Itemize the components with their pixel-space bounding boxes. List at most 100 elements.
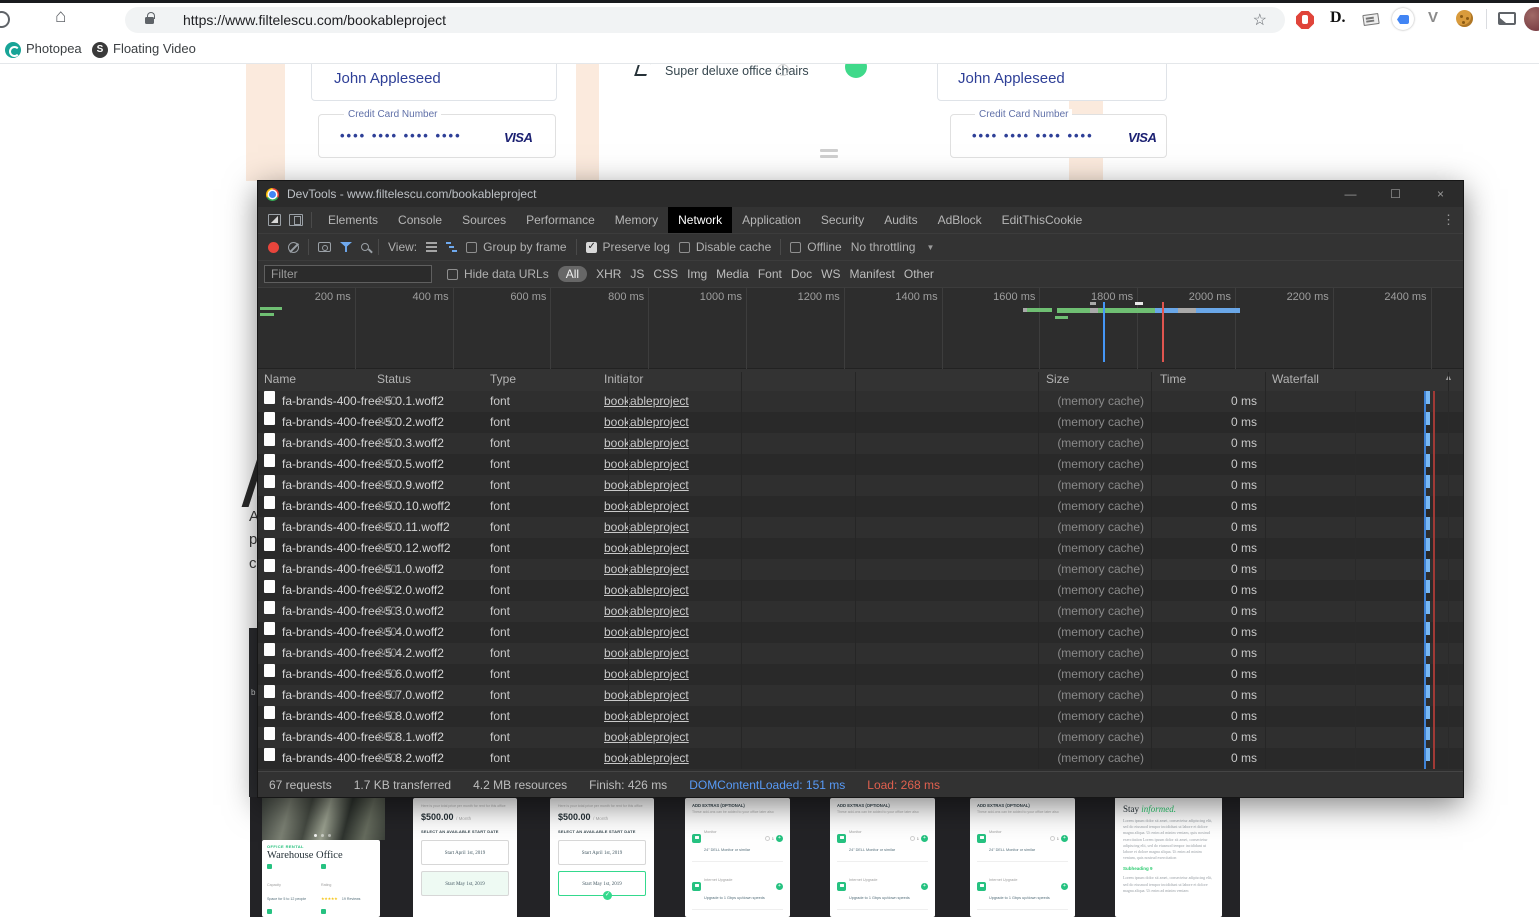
address-bar[interactable]: https://www.filtelescu.com/bookableproje… <box>125 7 1285 33</box>
plus-button[interactable]: + <box>776 882 783 890</box>
inspect-element-icon[interactable] <box>268 214 281 226</box>
group-by-frame-label[interactable]: Group by frame <box>483 240 566 254</box>
preserve-log-checkbox[interactable] <box>585 241 597 253</box>
network-request-row[interactable]: fa-brands-400-free-5.0.11.woff2 200 font… <box>258 517 1463 538</box>
request-name[interactable]: fa-brands-400-free-5.8.0.woff2 <box>282 706 444 727</box>
request-initiator-link[interactable]: bookableproject <box>604 433 689 454</box>
request-name[interactable]: fa-brands-400-free-5.4.0.woff2 <box>282 622 444 643</box>
preserve-log-label[interactable]: Preserve log <box>603 240 670 254</box>
plus-button[interactable]: + <box>776 834 783 842</box>
extras-card[interactable]: ADD EXTRAS (OPTIONAL) These add-ons can … <box>830 798 935 917</box>
drag-handle-icon[interactable] <box>820 149 838 152</box>
request-type-filter[interactable]: Other <box>904 267 934 281</box>
hide-data-urls-label[interactable]: Hide data URLs <box>464 267 549 281</box>
request-initiator-link[interactable]: bookableproject <box>604 454 689 475</box>
waterfall-bar[interactable] <box>1426 559 1430 572</box>
waterfall-bar[interactable] <box>1426 538 1430 551</box>
devtools-titlebar[interactable]: DevTools - www.filtelescu.com/bookablepr… <box>258 181 1463 207</box>
overview-icon[interactable] <box>446 242 452 244</box>
request-initiator-link[interactable]: bookableproject <box>604 496 689 517</box>
bookmark-photopea[interactable]: Photopea <box>26 41 82 56</box>
start-date-option[interactable]: Start May 1st, 2019✓ <box>558 871 646 900</box>
minus-button[interactable] <box>764 835 770 841</box>
bookmark-star-icon[interactable]: ☆ <box>1253 10 1267 30</box>
maximize-button[interactable]: ☐ <box>1373 181 1418 207</box>
extras-card[interactable]: ADD EXTRAS (OPTIONAL) These add-ons can … <box>970 798 1075 917</box>
network-request-row[interactable]: fa-brands-400-free-5.0.10.woff2 200 font… <box>258 496 1463 517</box>
network-request-row[interactable]: fa-brands-400-free-5.4.0.woff2 200 font … <box>258 622 1463 643</box>
request-initiator-link[interactable]: bookableproject <box>604 538 689 559</box>
hide-data-urls-checkbox[interactable] <box>447 268 458 280</box>
office-rental-card[interactable]: OFFICE RENTAL Warehouse Office Capacity … <box>262 840 380 917</box>
request-name[interactable]: fa-brands-400-free-5.4.2.woff2 <box>282 643 444 664</box>
devtools-tab[interactable]: Console <box>388 207 452 233</box>
network-request-row[interactable]: fa-brands-400-free-5.0.3.woff2 200 font … <box>258 433 1463 454</box>
waterfall-bar[interactable] <box>1426 643 1430 656</box>
group-by-frame-checkbox[interactable] <box>466 241 478 253</box>
v-extension-icon[interactable]: V <box>1428 9 1438 26</box>
devtools-tab[interactable]: Audits <box>874 207 927 233</box>
request-name[interactable]: fa-brands-400-free-5.3.0.woff2 <box>282 601 444 622</box>
request-name[interactable]: fa-brands-400-free-5.0.5.woff2 <box>282 454 444 475</box>
pricing-card[interactable]: Here is your total price per month for r… <box>550 798 654 917</box>
request-name[interactable]: fa-brands-400-free-5.0.11.woff2 <box>282 517 450 538</box>
extras-card[interactable]: ADD EXTRAS (OPTIONAL) These add-ons can … <box>685 798 790 917</box>
waterfall-bar[interactable] <box>1426 727 1430 740</box>
start-date-option[interactable]: Start April 1st, 2019 <box>421 840 509 865</box>
minus-button[interactable] <box>1049 835 1055 841</box>
start-date-option[interactable]: Start May 1st, 2019✓ <box>421 871 509 896</box>
request-name[interactable]: fa-brands-400-free-5.7.0.woff2 <box>282 685 444 706</box>
reload-icon[interactable] <box>0 11 10 28</box>
devtools-tab[interactable]: Sources <box>452 207 516 233</box>
devtools-menu-icon[interactable]: ⋮ <box>1442 212 1455 228</box>
lock-icon[interactable] <box>145 12 155 24</box>
request-initiator-link[interactable]: bookableproject <box>604 517 689 538</box>
network-request-row[interactable]: fa-brands-400-free-5.3.0.woff2 200 font … <box>258 601 1463 622</box>
price-tag-extension-icon[interactable] <box>1392 8 1414 30</box>
request-name[interactable]: fa-brands-400-free-5.1.0.woff2 <box>282 559 444 580</box>
office-photo[interactable] <box>262 797 385 840</box>
column-status[interactable]: Status <box>377 372 411 386</box>
devtools-tab[interactable]: EditThisCookie <box>992 207 1093 233</box>
network-request-row[interactable]: fa-brands-400-free-5.2.0.woff2 200 font … <box>258 580 1463 601</box>
url-text[interactable]: https://www.filtelescu.com/bookableproje… <box>183 12 446 28</box>
request-type-filter[interactable]: All <box>557 266 588 282</box>
request-initiator-link[interactable]: bookableproject <box>604 412 689 433</box>
minus-button[interactable] <box>909 835 915 841</box>
search-icon[interactable] <box>361 243 369 251</box>
waterfall-bar[interactable] <box>1426 391 1430 404</box>
network-request-row[interactable]: fa-brands-400-free-5.8.1.woff2 200 font … <box>258 727 1463 748</box>
network-request-row[interactable]: fa-brands-400-free-5.7.0.woff2 200 font … <box>258 685 1463 706</box>
devtools-tab[interactable]: Elements <box>318 207 388 233</box>
request-name[interactable]: fa-brands-400-free-5.6.0.woff2 <box>282 664 444 685</box>
waterfall-bar[interactable] <box>1426 496 1430 509</box>
request-initiator-link[interactable]: bookableproject <box>604 643 689 664</box>
request-initiator-link[interactable]: bookableproject <box>604 685 689 706</box>
device-toolbar-icon[interactable] <box>289 214 303 226</box>
pricing-card[interactable]: Here is your total price per month for r… <box>413 798 517 917</box>
request-name[interactable]: fa-brands-400-free-5.8.1.woff2 <box>282 727 444 748</box>
minimize-button[interactable]: — <box>1328 181 1373 207</box>
record-button[interactable] <box>268 241 279 253</box>
request-initiator-link[interactable]: bookableproject <box>604 622 689 643</box>
waterfall-bar[interactable] <box>1426 664 1430 677</box>
waterfall-bar[interactable] <box>1426 748 1430 761</box>
request-name[interactable]: fa-brands-400-free-5.0.3.woff2 <box>282 433 444 454</box>
request-initiator-link[interactable]: bookableproject <box>604 664 689 685</box>
throttling-select[interactable]: No throttling <box>851 240 916 254</box>
disable-cache-checkbox[interactable] <box>678 241 690 253</box>
network-request-row[interactable]: fa-brands-400-free-5.1.0.woff2 200 font … <box>258 559 1463 580</box>
home-icon[interactable]: ⌂ <box>55 6 66 28</box>
bookmark-floating-video[interactable]: Floating Video <box>113 41 196 56</box>
request-initiator-link[interactable]: bookableproject <box>604 601 689 622</box>
chevron-down-icon[interactable]: ▼ <box>926 243 934 252</box>
clear-button[interactable] <box>288 241 299 253</box>
network-request-row[interactable]: fa-brands-400-free-5.0.12.woff2 200 font… <box>258 538 1463 559</box>
request-name[interactable]: fa-brands-400-free-5.0.1.woff2 <box>282 391 444 412</box>
request-type-filter[interactable]: CSS <box>653 267 678 281</box>
add-extra-button[interactable] <box>845 64 867 78</box>
request-name[interactable]: fa-brands-400-free-5.2.0.woff2 <box>282 580 444 601</box>
close-button[interactable]: × <box>1418 181 1463 207</box>
waterfall-bar[interactable] <box>1426 475 1430 488</box>
request-type-filter[interactable]: Doc <box>791 267 812 281</box>
